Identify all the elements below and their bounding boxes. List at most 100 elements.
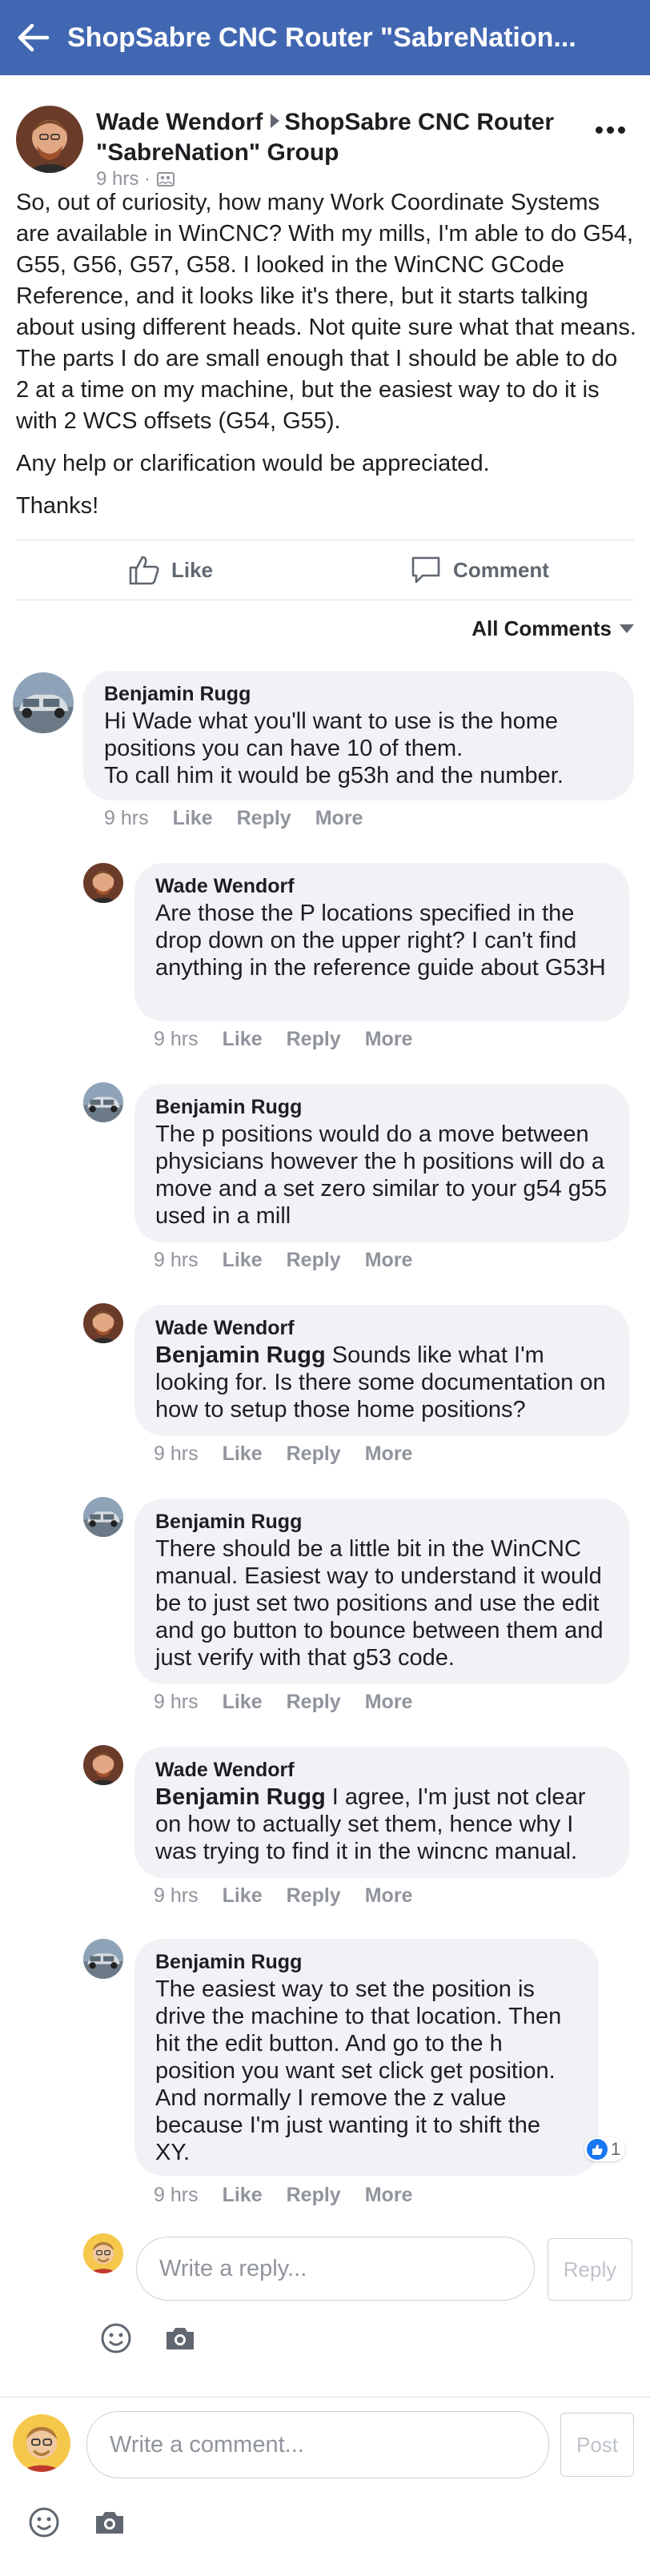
reply-text: The easiest way to set the position is d… [155, 1976, 562, 2165]
post-paragraph: Any help or clarification would be appre… [16, 451, 490, 476]
reply-more-button[interactable]: More [365, 1249, 413, 1272]
post-author-avatar[interactable] [16, 106, 83, 173]
reply-like-button[interactable]: Like [223, 1691, 263, 1714]
reply-text: Are those the P locations specified in t… [155, 901, 606, 981]
reply-time[interactable]: 9 hrs [154, 2184, 199, 2207]
reply-text: There should be a little bit in the WinC… [155, 1536, 604, 1671]
post-header: Wade Wendorf ShopSabre CNC Router "SabreN… [16, 91, 634, 190]
reply-reply-button[interactable]: Reply [287, 1028, 341, 1051]
post-paragraph: Thanks! [16, 493, 99, 519]
reply-actions: 9 hrs Like Reply More [154, 1028, 412, 1051]
dropdown-caret-icon [620, 624, 634, 633]
reply-like-button[interactable]: Like [223, 1884, 263, 1908]
reply-reply-button[interactable]: Reply [287, 1691, 341, 1714]
like-label: Like [171, 557, 214, 582]
reply-actions: 9 hrs Like Reply More [154, 1884, 412, 1908]
reply-bubble: Wade Wendorf Are those the P locations s… [134, 863, 629, 1021]
reply-bubble: Benjamin Rugg There should be a little b… [134, 1499, 629, 1684]
reply-actions: 9 hrs Like Reply More [154, 1691, 412, 1714]
reply-avatar[interactable] [83, 863, 123, 903]
back-arrow-icon [18, 23, 50, 52]
reply-like-button[interactable]: Like [223, 1442, 263, 1466]
emoji-icon[interactable] [24, 2502, 64, 2542]
like-reaction-icon [587, 2139, 608, 2160]
reply-time[interactable]: 9 hrs [154, 1442, 199, 1466]
reply-avatar[interactable] [83, 1745, 123, 1785]
sort-label: All Comments [471, 616, 612, 640]
comment-more-button[interactable]: More [315, 807, 363, 830]
post-comment-button[interactable]: Post [560, 2413, 634, 2477]
current-user-avatar [13, 2414, 70, 2472]
reaction-count[interactable]: 1 [584, 2137, 626, 2161]
emoji-icon[interactable] [96, 2318, 136, 2358]
reply-like-button[interactable]: Like [223, 2184, 263, 2207]
reply-more-button[interactable]: More [365, 1691, 413, 1714]
comment-input[interactable]: Write a comment... [86, 2411, 549, 2478]
comment-button[interactable]: Comment [325, 540, 634, 600]
reply-avatar[interactable] [83, 1497, 123, 1537]
reply-avatar[interactable] [83, 1082, 123, 1122]
reply-author[interactable]: Benjamin Rugg [155, 1508, 608, 1535]
reply-reply-button[interactable]: Reply [287, 1249, 341, 1272]
reply-input[interactable]: Write a reply... [136, 2237, 535, 2301]
reply-actions: 9 hrs Like Reply More [154, 1249, 412, 1272]
reply-like-button[interactable]: Like [223, 1028, 263, 1051]
reply-author[interactable]: Wade Wendorf [155, 873, 608, 900]
reply-bubble: Benjamin Rugg The easiest way to set the… [134, 1939, 599, 2176]
reply-time[interactable]: 9 hrs [154, 1884, 199, 1908]
reply-reply-button[interactable]: Reply [287, 2184, 341, 2207]
reply-like-button[interactable]: Like [223, 1249, 263, 1272]
reply-time[interactable]: 9 hrs [154, 1028, 199, 1051]
reply-actions: 9 hrs Like Reply More [154, 2184, 412, 2207]
comment-time[interactable]: 9 hrs [104, 807, 149, 830]
reply-avatar[interactable] [83, 1939, 123, 1979]
reply-reply-button[interactable]: Reply [287, 1884, 341, 1908]
reply-author[interactable]: Wade Wendorf [155, 1314, 608, 1342]
camera-icon[interactable] [160, 2318, 200, 2358]
reply-more-button[interactable]: More [365, 1442, 413, 1466]
arrow-icon [271, 114, 280, 128]
reply-more-button[interactable]: More [365, 2184, 413, 2207]
comment-like-button[interactable]: Like [173, 807, 213, 830]
privacy-icon [157, 172, 175, 187]
post-author-name[interactable]: Wade Wendorf [96, 109, 263, 135]
reply-author[interactable]: Benjamin Rugg [155, 1093, 608, 1121]
reply-bubble: Wade Wendorf Benjamin Rugg Sounds like w… [134, 1305, 629, 1436]
reply-bubble: Wade Wendorf Benjamin Rugg I agree, I'm … [134, 1747, 629, 1878]
comment-sort-dropdown[interactable]: All Comments [471, 616, 634, 641]
reply-bubble: Benjamin Rugg The p positions would do a… [134, 1084, 629, 1242]
post-paragraph: So, out of curiosity, how many Work Coor… [16, 190, 636, 434]
like-icon [129, 556, 159, 585]
comment-avatar[interactable] [13, 672, 74, 733]
reply-avatar[interactable] [83, 1303, 123, 1343]
reply-time[interactable]: 9 hrs [154, 1691, 199, 1714]
reply-submit-button[interactable]: Reply [548, 2238, 632, 2301]
reply-more-button[interactable]: More [365, 1884, 413, 1908]
reply-author[interactable]: Wade Wendorf [155, 1756, 608, 1784]
comment-reply-button[interactable]: Reply [237, 807, 291, 830]
reply-more-button[interactable]: More [365, 1028, 413, 1051]
reply-text: Benjamin Rugg I agree, I'm just not clea… [155, 1784, 608, 1865]
like-count: 1 [611, 2139, 621, 2159]
comment-bubble: Benjamin Rugg Hi Wade what you'll want t… [83, 671, 634, 800]
comment-label: Comment [453, 557, 549, 582]
reply-text: The p positions would do a move between … [155, 1121, 608, 1229]
comment-actions: 9 hrs Like Reply More [104, 807, 363, 830]
current-user-avatar [83, 2233, 123, 2273]
like-button[interactable]: Like [16, 540, 325, 600]
camera-icon[interactable] [90, 2502, 130, 2542]
more-icon[interactable] [586, 114, 634, 146]
comment-text: Hi Wade what you'll want to use is the h… [104, 708, 564, 788]
mention-link[interactable]: Benjamin Rugg [155, 1784, 326, 1810]
back-button[interactable] [0, 0, 67, 75]
reply-reply-button[interactable]: Reply [287, 1442, 341, 1466]
post-actions: Like Comment [16, 540, 634, 600]
reply-author[interactable]: Benjamin Rugg [155, 1948, 578, 1976]
top-bar: ShopSabre CNC Router "SabreNation... [0, 0, 650, 75]
page-title[interactable]: ShopSabre CNC Router "SabreNation... [67, 22, 576, 54]
comment-author[interactable]: Benjamin Rugg [104, 680, 613, 708]
reply-time[interactable]: 9 hrs [154, 1249, 199, 1272]
comment-icon [411, 556, 440, 584]
post-author-line: Wade Wendorf ShopSabre CNC Router "SabreN… [96, 107, 576, 168]
mention-link[interactable]: Benjamin Rugg [155, 1342, 326, 1368]
